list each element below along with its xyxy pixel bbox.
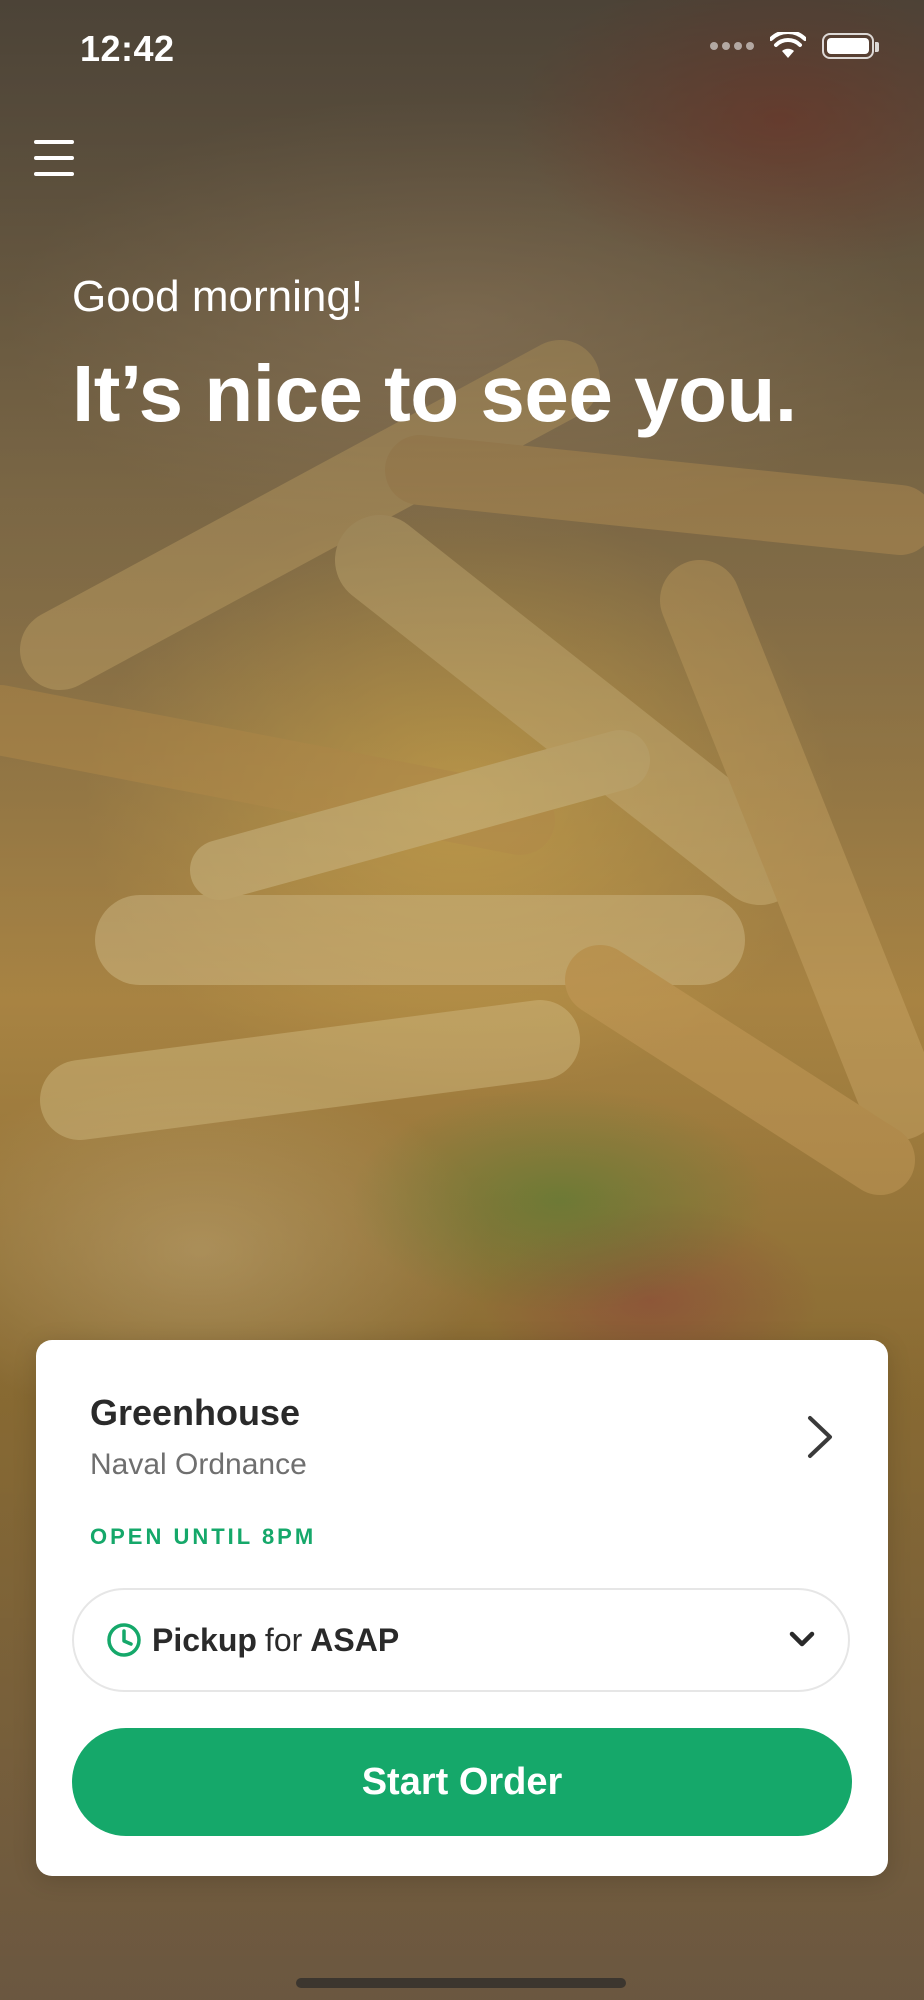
chevron-down-icon	[789, 1631, 815, 1647]
greeting-text: Good morning!	[72, 272, 364, 321]
clock-icon	[107, 1623, 141, 1657]
hamburger-menu-icon[interactable]	[34, 140, 74, 176]
order-connector: for	[264, 1621, 303, 1658]
chevron-right-icon[interactable]	[800, 1412, 840, 1462]
order-time: ASAP	[310, 1621, 400, 1658]
location-name[interactable]: Greenhouse	[90, 1392, 300, 1434]
wifi-icon	[770, 32, 806, 58]
status-bar: 12:42	[0, 0, 924, 100]
home-indicator[interactable]	[296, 1978, 626, 1988]
status-icons	[710, 32, 879, 60]
pickup-time-selector[interactable]: Pickup for ASAP	[72, 1588, 850, 1692]
status-time: 12:42	[80, 28, 175, 69]
order-card: Greenhouse Naval Ordnance OPEN UNTIL 8PM…	[36, 1340, 888, 1876]
signal-icon	[710, 42, 754, 50]
open-status-label: OPEN UNTIL 8PM	[90, 1524, 317, 1549]
home-screen: 12:42 Good morning! It’s nice to see you…	[0, 0, 924, 2000]
pickup-summary: Pickup for ASAP	[152, 1622, 399, 1659]
location-subtitle: Naval Ordnance	[90, 1448, 307, 1481]
battery-icon	[822, 33, 879, 59]
order-mode: Pickup	[152, 1621, 257, 1658]
start-order-button[interactable]: Start Order	[72, 1728, 852, 1836]
welcome-headline: It’s nice to see you.	[72, 349, 797, 438]
